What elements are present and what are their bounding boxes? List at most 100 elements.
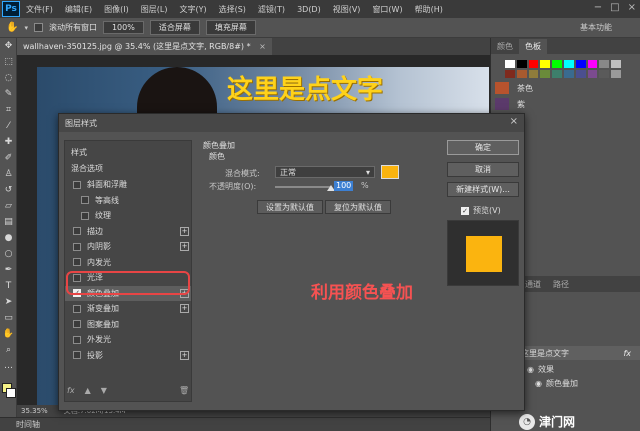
blur-tool-icon[interactable]: ●: [0, 230, 17, 246]
timeline-label[interactable]: 时间轴: [16, 419, 40, 430]
swatch[interactable]: [599, 60, 610, 68]
swatch[interactable]: [516, 60, 527, 68]
lasso-tool-icon[interactable]: ◌: [0, 70, 17, 86]
fx-icon[interactable]: fx: [67, 386, 75, 395]
menu-layer[interactable]: 图层(L): [135, 4, 174, 15]
swatch[interactable]: [587, 70, 598, 78]
menu-view[interactable]: 视图(V): [327, 4, 367, 15]
close-window-icon[interactable]: ×: [628, 2, 636, 13]
move-up-icon[interactable]: ▲: [85, 386, 91, 395]
menu-filter[interactable]: 滤镜(T): [252, 4, 291, 15]
reset-default-button[interactable]: 复位为默认值: [325, 200, 391, 214]
close-tab-icon[interactable]: ×: [259, 42, 266, 51]
style-item[interactable]: 纹理: [65, 208, 191, 223]
tab-paths[interactable]: 路径: [547, 277, 575, 292]
maximize-icon[interactable]: □: [610, 2, 619, 13]
pen-tool-icon[interactable]: ✒: [0, 262, 17, 278]
swatch[interactable]: [575, 60, 586, 68]
menu-image[interactable]: 图像(I): [98, 4, 135, 15]
eraser-tool-icon[interactable]: ▱: [0, 198, 17, 214]
move-down-icon[interactable]: ▼: [101, 386, 107, 395]
style-item-checkbox[interactable]: [73, 304, 81, 313]
type-tool-icon[interactable]: T: [0, 278, 17, 294]
add-effect-icon[interactable]: +: [180, 350, 189, 360]
eyedropper-tool-icon[interactable]: ⁄: [0, 118, 17, 134]
swatch[interactable]: [587, 60, 598, 68]
style-item-checkbox[interactable]: [73, 227, 81, 235]
swatch[interactable]: [552, 70, 562, 78]
style-item[interactable]: 斜面和浮雕: [65, 177, 191, 192]
zoom-value-field[interactable]: 100%: [102, 21, 144, 34]
swatch[interactable]: [516, 70, 527, 78]
preview-toggle[interactable]: ✓ 预览(V): [461, 205, 501, 216]
style-item[interactable]: 图案叠加: [65, 317, 191, 332]
menu-type[interactable]: 文字(Y): [173, 4, 212, 15]
set-default-button[interactable]: 设置为默认值: [257, 200, 323, 214]
style-item-checkbox[interactable]: [81, 196, 89, 204]
zoom-readout[interactable]: 35.35%: [21, 407, 48, 415]
hand-tool-icon[interactable]: ✋: [0, 326, 17, 342]
trash-icon[interactable]: 🗑: [179, 386, 189, 395]
marquee-tool-icon[interactable]: ⬚: [0, 54, 17, 70]
tab-swatches[interactable]: 色板: [519, 39, 547, 54]
swatch-list-item[interactable]: 茶色: [495, 80, 635, 96]
swatch[interactable]: [563, 60, 574, 68]
style-item[interactable]: 描边 +: [65, 224, 191, 239]
swatch[interactable]: [552, 60, 562, 68]
style-item-checkbox[interactable]: [81, 211, 89, 220]
swatch[interactable]: [540, 60, 551, 68]
style-item[interactable]: 内阴影 +: [65, 239, 191, 254]
minimize-icon[interactable]: −: [594, 2, 602, 13]
style-header[interactable]: 样式: [65, 145, 191, 160]
healing-brush-tool-icon[interactable]: ✚: [0, 134, 17, 150]
style-item[interactable]: 等高线: [65, 193, 191, 208]
menu-file[interactable]: 文件(F): [20, 4, 59, 15]
swatch[interactable]: [611, 70, 621, 78]
scroll-all-windows-checkbox[interactable]: [33, 23, 43, 32]
gradient-tool-icon[interactable]: ▤: [0, 214, 17, 230]
swatch[interactable]: [575, 70, 586, 78]
style-item[interactable]: 渐变叠加 +: [65, 301, 191, 316]
close-icon[interactable]: ×: [510, 116, 518, 127]
fill-screen-button[interactable]: 填充屏幕: [205, 20, 256, 35]
more-tools-icon[interactable]: …: [0, 358, 17, 374]
layer-fx-badge[interactable]: fx: [623, 349, 631, 358]
shape-tool-icon[interactable]: ▭: [0, 310, 17, 326]
swatch[interactable]: [505, 60, 515, 68]
style-item[interactable]: 内发光: [65, 255, 191, 270]
add-effect-icon[interactable]: +: [180, 304, 189, 313]
swatch[interactable]: [528, 60, 539, 68]
new-style-button[interactable]: 新建样式(W)...: [447, 182, 519, 197]
brush-tool-icon[interactable]: ✐: [0, 150, 17, 166]
swatch[interactable]: [528, 70, 539, 78]
workspace-selector[interactable]: 基本功能: [580, 22, 612, 33]
crop-tool-icon[interactable]: ⌗: [0, 102, 17, 118]
style-item-checkbox[interactable]: [73, 180, 81, 189]
menu-help[interactable]: 帮助(H): [409, 4, 449, 15]
swatch[interactable]: [611, 60, 621, 68]
blend-options-item[interactable]: 混合选项: [65, 161, 191, 176]
zoom-tool-icon[interactable]: ⌕: [0, 342, 17, 358]
dodge-tool-icon[interactable]: ○: [0, 246, 17, 262]
menu-window[interactable]: 窗口(W): [366, 4, 408, 15]
ok-button[interactable]: 确定: [447, 140, 519, 155]
hand-tool-icon[interactable]: ✋: [6, 22, 18, 33]
style-item-checkbox[interactable]: [73, 335, 81, 344]
fit-screen-button[interactable]: 适合屏幕: [149, 20, 200, 35]
path-select-tool-icon[interactable]: ➤: [0, 294, 17, 310]
swatch[interactable]: [599, 70, 610, 78]
menu-3d[interactable]: 3D(D): [291, 5, 327, 14]
eye-icon[interactable]: ◉: [527, 365, 534, 374]
swatch[interactable]: [540, 70, 551, 78]
style-item-checkbox[interactable]: [73, 351, 81, 359]
overlay-color-swatch[interactable]: [381, 165, 399, 179]
style-item-checkbox[interactable]: [73, 320, 81, 328]
move-tool-icon[interactable]: ✥: [0, 38, 17, 54]
tool-preset-chevron-icon[interactable]: ▾: [24, 24, 28, 32]
blend-mode-select[interactable]: 正常 ▾: [275, 166, 375, 178]
add-effect-icon[interactable]: +: [180, 226, 189, 236]
swatch-list-item[interactable]: 紫: [495, 96, 635, 112]
menu-edit[interactable]: 编辑(E): [59, 4, 98, 15]
style-item[interactable]: 投影 +: [65, 348, 191, 363]
style-item-checkbox[interactable]: [73, 258, 81, 266]
